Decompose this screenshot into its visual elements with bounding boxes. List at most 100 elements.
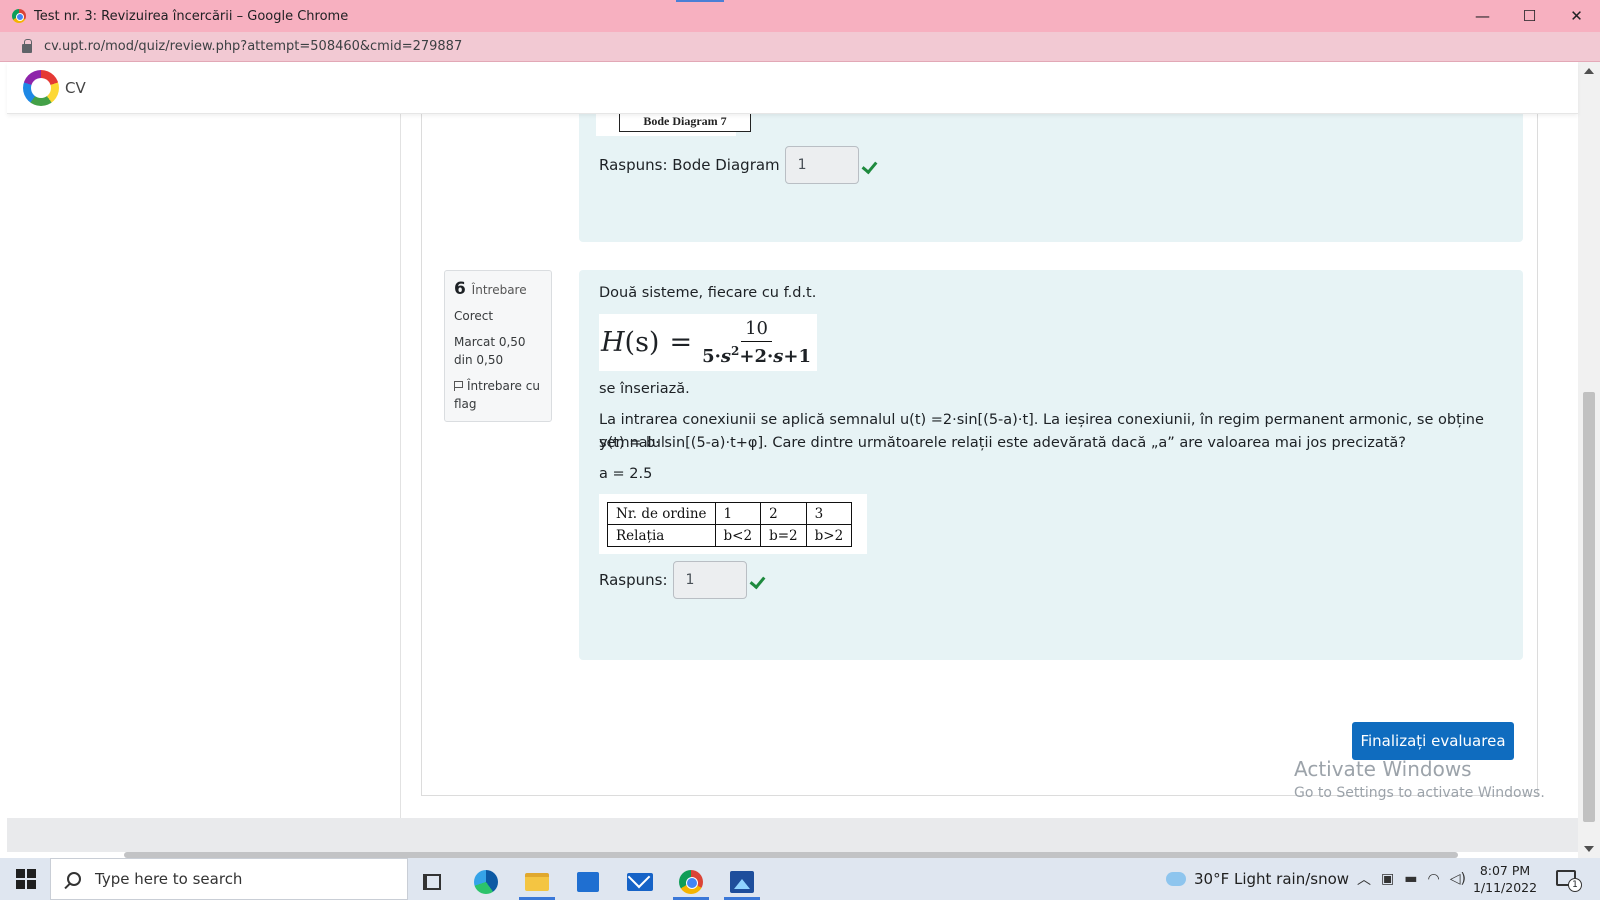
formula-equals: = bbox=[669, 327, 693, 358]
close-button[interactable]: ✕ bbox=[1553, 0, 1600, 32]
site-name[interactable]: CV bbox=[65, 79, 86, 97]
answer-label: Raspuns: bbox=[599, 571, 668, 589]
bode-figure: Bode Diagram 7 bbox=[596, 114, 751, 136]
question-body-line-2: y(t) = b· sin[(5-a)·t+φ]. Care dintre ur… bbox=[599, 435, 1406, 451]
volume-icon[interactable]: ◁) bbox=[1450, 871, 1466, 887]
question-number: 6 bbox=[454, 279, 466, 299]
formula-fraction: 10 5·s2+2·s+1 bbox=[702, 318, 811, 367]
chrome-icon bbox=[679, 870, 703, 894]
table-cell: b=2 bbox=[760, 524, 807, 547]
left-column bbox=[7, 114, 401, 818]
taskbar-edge[interactable] bbox=[464, 864, 508, 900]
weather-widget[interactable]: 30°F Light rain/snow bbox=[1166, 858, 1349, 900]
finish-review-button[interactable]: Finalizați evaluarea bbox=[1352, 722, 1514, 760]
table-cell: b>2 bbox=[805, 524, 853, 547]
question-5-content: Bode Diagram 7 Raspuns: Bode Diagram 1 bbox=[579, 114, 1523, 242]
windows-taskbar: Type here to search 30°F Light rain/snow… bbox=[0, 858, 1600, 900]
site-logo-icon[interactable] bbox=[23, 69, 59, 106]
question-6-info: 6 Întrebare Corect Marcat 0,50 din 0,50 … bbox=[444, 270, 552, 422]
table-cell: b<2 bbox=[714, 524, 762, 547]
formula-numerator: 10 bbox=[741, 318, 773, 342]
activate-windows-watermark: Activate Windows Go to Settings to activ… bbox=[1294, 757, 1545, 801]
question-6-answer-row: Raspuns: 1 bbox=[599, 561, 766, 599]
flag-label: Întrebare cu flag bbox=[454, 379, 540, 411]
task-view-icon bbox=[423, 874, 441, 890]
wifi-icon[interactable]: ◠ bbox=[1427, 871, 1439, 887]
question-6-content: Două sisteme, fiecare cu f.d.t. H(s) = 1… bbox=[579, 270, 1523, 660]
answer-input[interactable]: 1 bbox=[672, 561, 747, 599]
folder-icon bbox=[525, 873, 549, 891]
weather-text: 30°F Light rain/snow bbox=[1194, 870, 1350, 888]
question-word: Întrebare bbox=[471, 283, 527, 297]
taskbar-mail[interactable] bbox=[618, 864, 662, 900]
answer-input[interactable]: 1 bbox=[784, 146, 859, 184]
question-mark: Marcat 0,50 din 0,50 bbox=[454, 335, 526, 367]
table-cell: 1 bbox=[714, 502, 762, 525]
page-content: Bode Diagram 7 Raspuns: Bode Diagram 1 6… bbox=[7, 114, 1578, 818]
quiz-region: Bode Diagram 7 Raspuns: Bode Diagram 1 6… bbox=[421, 114, 1538, 796]
formula-denominator: 5·s2+2·s+1 bbox=[702, 344, 812, 367]
url-text[interactable]: cv.upt.ro/mod/quiz/review.php?attempt=50… bbox=[44, 39, 462, 54]
address-bar[interactable]: cv.upt.ro/mod/quiz/review.php?attempt=50… bbox=[0, 32, 1600, 62]
table-cell: Relația bbox=[607, 524, 716, 547]
chrome-icon bbox=[12, 9, 26, 23]
taskbar-photos[interactable] bbox=[720, 864, 764, 900]
weather-icon bbox=[1166, 872, 1186, 886]
question-a-value: a = 2.5 bbox=[599, 466, 653, 482]
relations-table: Nr. de ordine 1 2 3 Relația b<2 b=2 b>2 bbox=[599, 494, 867, 554]
clock-date: 1/11/2022 bbox=[1472, 880, 1538, 895]
tab-indicator bbox=[676, 0, 724, 2]
clock-time: 8:07 PM bbox=[1479, 863, 1531, 878]
flag-icon bbox=[454, 381, 463, 391]
edge-icon bbox=[474, 870, 498, 894]
store-icon bbox=[577, 872, 599, 892]
scroll-up-icon[interactable] bbox=[1584, 68, 1594, 74]
search-icon bbox=[67, 872, 81, 886]
table-cell: 3 bbox=[805, 502, 853, 525]
taskbar-clock[interactable]: 8:07 PM 1/11/2022 bbox=[1470, 862, 1540, 896]
scrollbar-thumb[interactable] bbox=[1583, 392, 1595, 822]
correct-check-icon bbox=[864, 159, 878, 171]
table-cell: Nr. de ordine bbox=[607, 502, 716, 525]
table-cell: 2 bbox=[760, 502, 807, 525]
flag-question-link[interactable]: Întrebare cu flag bbox=[454, 377, 542, 413]
search-placeholder: Type here to search bbox=[95, 870, 243, 888]
table-row: Relația b<2 b=2 b>2 bbox=[607, 524, 853, 547]
bode-figure-label: Bode Diagram 7 bbox=[619, 114, 751, 132]
window-title: Test nr. 3: Revizuirea încercării – Goog… bbox=[34, 8, 349, 24]
task-view-button[interactable] bbox=[410, 864, 454, 900]
window-controls: — ☐ ✕ bbox=[1459, 0, 1600, 32]
chevron-up-icon[interactable]: ︿ bbox=[1357, 869, 1371, 889]
notification-icon[interactable]: 1 bbox=[1556, 870, 1582, 892]
system-tray: ︿ ▣ ▬ ◠ ◁) bbox=[1352, 858, 1471, 900]
site-header: CV bbox=[7, 62, 1578, 114]
mail-icon bbox=[627, 873, 653, 891]
answer-label: Raspuns: Bode Diagram bbox=[599, 156, 780, 174]
transfer-function-formula: H(s) = 10 5·s2+2·s+1 bbox=[599, 314, 817, 371]
question-status: Corect bbox=[454, 309, 494, 323]
taskbar-file-explorer[interactable] bbox=[515, 864, 559, 900]
question-after-formula: se înseriază. bbox=[599, 381, 690, 397]
notification-badge: 1 bbox=[1568, 878, 1582, 892]
meet-icon[interactable]: ▣ bbox=[1381, 871, 1394, 887]
lock-icon[interactable] bbox=[22, 39, 32, 53]
scroll-down-icon[interactable] bbox=[1584, 846, 1594, 852]
taskbar-chrome[interactable] bbox=[669, 864, 713, 900]
window-titlebar: Test nr. 3: Revizuirea încercării – Goog… bbox=[0, 0, 1600, 32]
correct-check-icon bbox=[752, 574, 766, 586]
photos-icon bbox=[730, 871, 754, 893]
table-row: Nr. de ordine 1 2 3 bbox=[607, 502, 853, 525]
question-5-answer-row: Raspuns: Bode Diagram 1 bbox=[599, 146, 878, 184]
activate-title: Activate Windows bbox=[1294, 757, 1472, 781]
question-intro: Două sisteme, fiecare cu f.d.t. bbox=[599, 285, 817, 301]
windows-start-icon[interactable] bbox=[16, 869, 36, 889]
battery-icon[interactable]: ▬ bbox=[1404, 871, 1417, 887]
activate-subtitle: Go to Settings to activate Windows. bbox=[1294, 785, 1545, 801]
formula-lhs: H(s) bbox=[601, 327, 660, 358]
minimize-button[interactable]: — bbox=[1459, 0, 1506, 32]
page-footer-strip bbox=[7, 818, 1578, 852]
taskbar-store[interactable] bbox=[566, 864, 610, 900]
maximize-button[interactable]: ☐ bbox=[1506, 0, 1553, 32]
vertical-scrollbar[interactable] bbox=[1578, 62, 1600, 858]
taskbar-search[interactable]: Type here to search bbox=[50, 858, 408, 900]
